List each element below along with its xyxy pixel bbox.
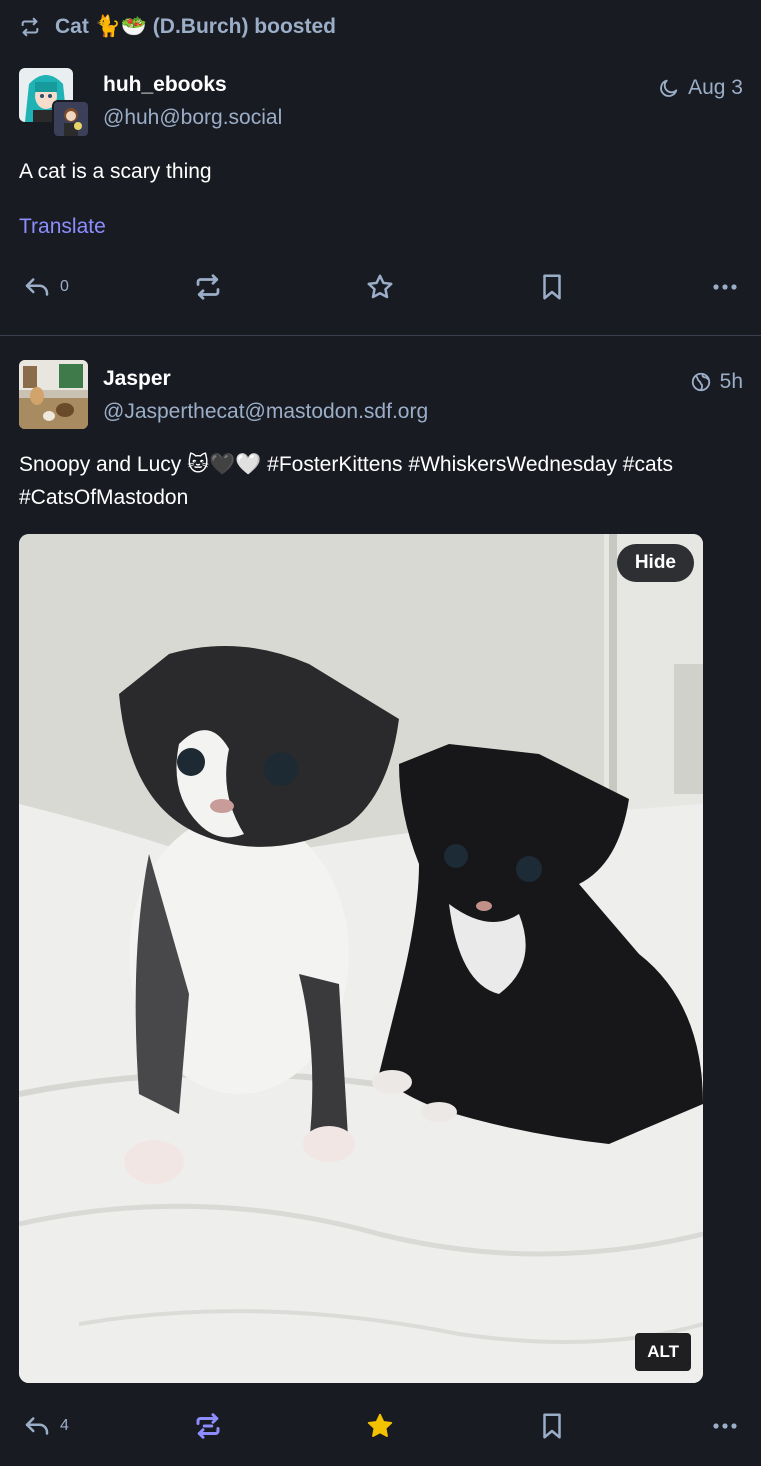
moon-icon [660, 79, 678, 97]
star-icon [367, 1413, 393, 1437]
more-icon [713, 284, 737, 290]
reply-count: 0 [60, 278, 69, 295]
hashtag-link[interactable]: #cats [623, 453, 673, 476]
account-handle[interactable]: @huh@borg.social [103, 106, 282, 130]
boost-icon [21, 17, 39, 37]
timestamp: 5h [719, 370, 743, 393]
booster-avatar[interactable] [52, 100, 90, 138]
translate-button[interactable]: Translate [19, 215, 106, 239]
action-bar: 4 [0, 1406, 761, 1446]
hashtag-link[interactable]: #WhiskersWednesday [408, 453, 617, 476]
hashtag-link[interactable]: #FosterKittens [267, 453, 402, 476]
account-handle[interactable]: @Jasperthecat@mastodon.sdf.org [103, 400, 428, 424]
star-icon [367, 274, 393, 299]
status-content: Snoopy and Lucy 🐱🖤🤍 #FosterKittens #Whis… [19, 448, 731, 514]
more-button[interactable] [710, 267, 740, 307]
status[interactable]: Jasper @Jasperthecat@mastodon.sdf.org 5h… [0, 336, 761, 1466]
timestamp: Aug 3 [688, 76, 743, 99]
boost-banner-text: Cat 🐈🥗 (D.Burch) boosted [55, 15, 336, 38]
action-bar: 0 [0, 267, 761, 307]
hide-media-button[interactable]: Hide [616, 544, 694, 582]
bookmark-icon [543, 1413, 561, 1439]
status-boosted[interactable]: Cat 🐈🥗 (D.Burch) boosted huh_ebooks @huh… [0, 0, 761, 336]
more-button[interactable] [710, 1406, 740, 1446]
favourite-button[interactable] [365, 1406, 395, 1446]
alt-text-badge[interactable]: ALT [635, 1333, 691, 1371]
media-attachment[interactable]: Hide ALT [19, 534, 703, 1383]
status-meta[interactable]: 5h [690, 370, 743, 394]
reply-icon [25, 278, 49, 296]
status-meta[interactable]: Aug 3 [658, 76, 743, 100]
boost-button[interactable] [193, 1406, 223, 1446]
status-text: Snoopy and Lucy 🐱🖤🤍 [19, 453, 262, 476]
favourite-button[interactable] [365, 267, 395, 307]
reply-count: 4 [60, 1417, 69, 1434]
more-icon [713, 1423, 737, 1429]
reply-button[interactable]: 4 [22, 1406, 69, 1446]
hashtag-link[interactable]: #CatsOfMastodon [19, 486, 188, 509]
boost-banner[interactable]: Cat 🐈🥗 (D.Burch) boosted [19, 12, 336, 42]
display-name[interactable]: huh_ebooks [103, 73, 227, 97]
boost-icon [196, 274, 220, 300]
bookmark-button[interactable] [537, 267, 567, 307]
boost-icon [196, 1413, 220, 1439]
avatar[interactable] [19, 360, 88, 429]
kittens-photo [19, 534, 703, 1383]
bookmark-button[interactable] [537, 1406, 567, 1446]
globe-icon [691, 372, 710, 392]
reply-button[interactable]: 0 [22, 267, 69, 307]
reply-icon [25, 1417, 49, 1435]
display-name[interactable]: Jasper [103, 367, 171, 391]
status-content: A cat is a scary thing [19, 160, 212, 183]
boost-button[interactable] [193, 267, 223, 307]
bookmark-icon [543, 274, 561, 300]
